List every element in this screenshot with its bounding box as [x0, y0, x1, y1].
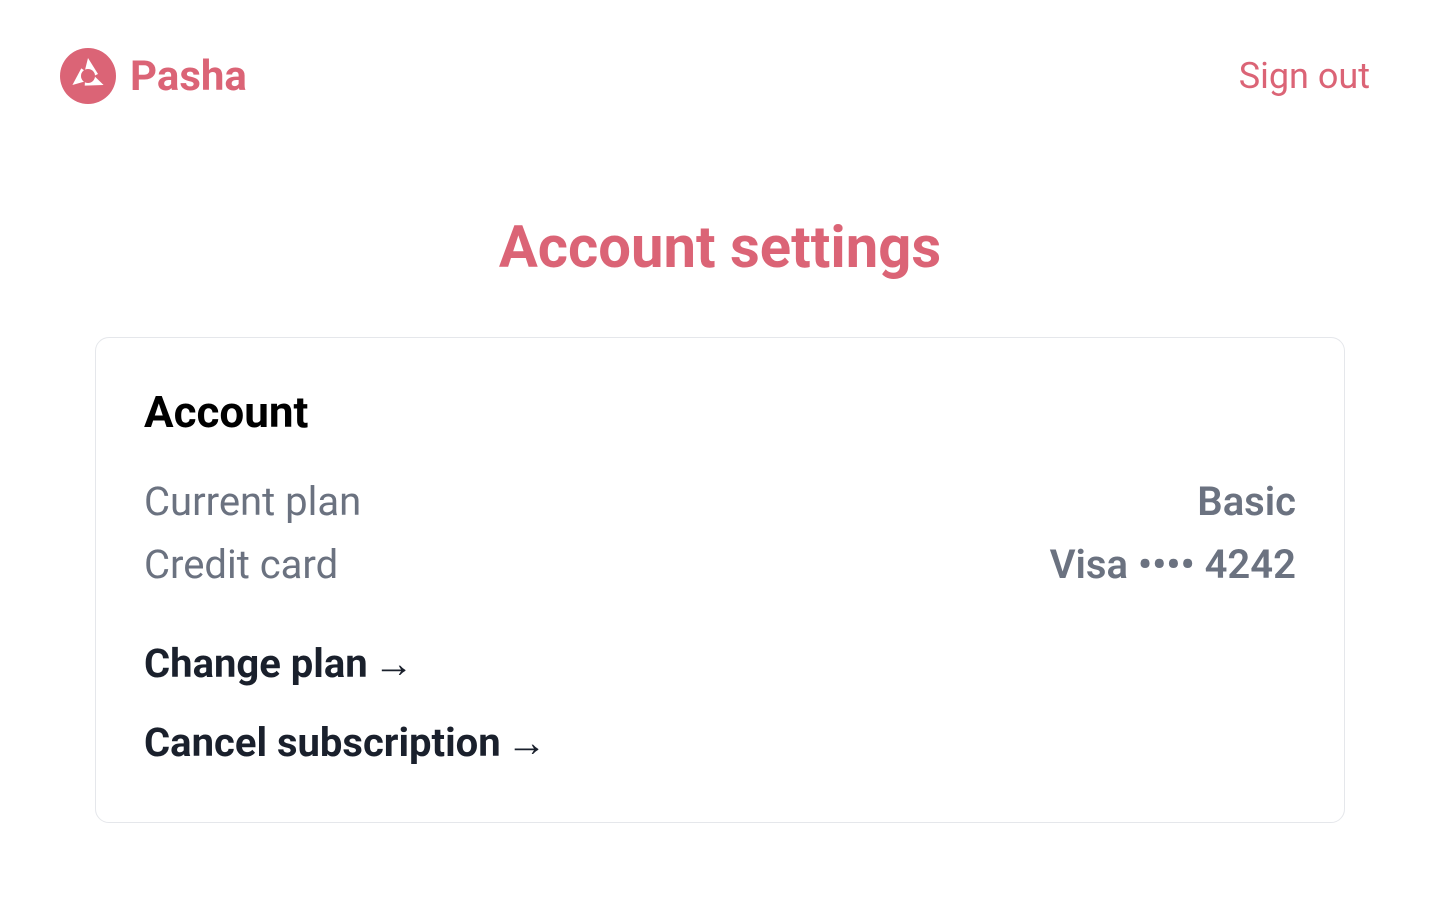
change-plan-link[interactable]: Change plan→ — [144, 640, 414, 687]
header: Pasha Sign out — [0, 0, 1440, 104]
aperture-icon — [60, 48, 116, 104]
credit-card-row: Credit card Visa •••• 4242 — [144, 541, 1296, 588]
change-plan-label: Change plan — [144, 640, 368, 687]
arrow-right-icon: → — [507, 719, 547, 766]
account-section-title: Account — [144, 386, 1296, 438]
credit-card-label: Credit card — [144, 541, 338, 588]
arrow-right-icon: → — [374, 640, 414, 687]
current-plan-row: Current plan Basic — [144, 478, 1296, 525]
page-title: Account settings — [0, 214, 1440, 282]
brand-name: Pasha — [130, 52, 247, 101]
cancel-subscription-link[interactable]: Cancel subscription→ — [144, 719, 1296, 766]
current-plan-label: Current plan — [144, 478, 361, 525]
cancel-subscription-label: Cancel subscription — [144, 719, 501, 766]
current-plan-value: Basic — [1197, 478, 1296, 525]
credit-card-value: Visa •••• 4242 — [1050, 541, 1296, 588]
account-card: Account Current plan Basic Credit card V… — [95, 337, 1345, 823]
sign-out-link[interactable]: Sign out — [1239, 55, 1370, 97]
logo[interactable]: Pasha — [60, 48, 247, 104]
